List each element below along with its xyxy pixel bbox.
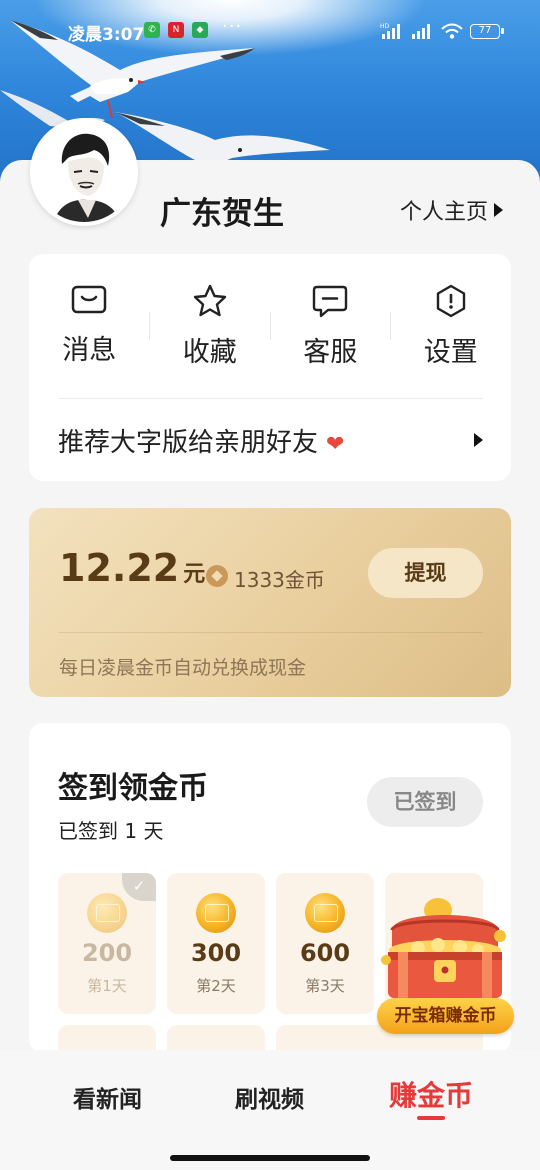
tab-videos[interactable]: 刷视频 bbox=[235, 1080, 304, 1114]
check-icon: ✓ bbox=[122, 873, 156, 901]
avatar[interactable] bbox=[30, 118, 138, 226]
wifi-icon bbox=[441, 23, 463, 39]
day-reward: 600 bbox=[299, 939, 351, 967]
battery-icon: 77 bbox=[470, 24, 504, 39]
menu-item-favorites[interactable]: 收藏 bbox=[150, 284, 271, 374]
caret-right-icon bbox=[494, 203, 504, 217]
wallet-divider bbox=[59, 632, 483, 633]
home-indicator[interactable] bbox=[170, 1155, 370, 1161]
homepage-link[interactable]: 个人主页 bbox=[400, 194, 504, 226]
signin-day-3[interactable]: 600 第3天 bbox=[276, 873, 374, 1014]
status-time: 凌晨3:07 bbox=[68, 25, 145, 45]
gold-coin-icon bbox=[196, 893, 236, 933]
menu-item-messages[interactable]: 消息 bbox=[29, 284, 150, 374]
menu-label: 客服 bbox=[303, 337, 358, 368]
caret-right-icon bbox=[474, 433, 483, 447]
signal-icon: HD bbox=[380, 23, 400, 39]
message-icon bbox=[72, 285, 107, 314]
signed-button[interactable]: 已签到 bbox=[367, 777, 483, 827]
active-tab-indicator bbox=[417, 1116, 445, 1120]
cash-unit: 元 bbox=[183, 562, 206, 587]
day-label: 第1天 bbox=[87, 977, 127, 995]
customer-service-icon bbox=[313, 285, 348, 318]
recommend-label: 推荐大字版给亲朋好友 bbox=[58, 428, 319, 458]
homepage-label: 个人主页 bbox=[400, 200, 489, 225]
day-reward: 200 bbox=[81, 939, 133, 967]
coin-balance: 1333金币 bbox=[234, 568, 325, 592]
signin-subtitle: 已签到 1 天 bbox=[58, 819, 164, 843]
treasure-button[interactable]: 开宝箱赚金币 bbox=[377, 998, 514, 1034]
recommend-row[interactable]: 推荐大字版给亲朋好友 ❤ bbox=[58, 422, 344, 459]
menu-label: 消息 bbox=[62, 335, 117, 366]
menu-item-customer-service[interactable]: 客服 bbox=[270, 284, 391, 374]
bottom-nav: 看新闻 刷视频 赚金币 bbox=[0, 1050, 540, 1170]
gold-coin-icon bbox=[87, 893, 127, 933]
heart-icon: ❤ bbox=[326, 432, 345, 457]
day-reward: 300 bbox=[190, 939, 242, 967]
shortcut-menu: 消息 收藏 客服 设置 bbox=[29, 284, 511, 374]
wallet-card: 12.22 元 1333金币 提现 每日凌晨金币自动兑换成现金 bbox=[29, 508, 511, 697]
menu-separator bbox=[390, 312, 391, 340]
more-notifications-icon: ··· bbox=[222, 16, 243, 37]
news-icon: N bbox=[168, 22, 184, 38]
signal-icon-2 bbox=[412, 24, 430, 39]
day-label: 第3天 bbox=[305, 977, 345, 995]
username: 广东贺生 bbox=[160, 196, 284, 232]
coin-icon bbox=[206, 565, 228, 587]
gold-coin-icon bbox=[305, 893, 345, 933]
signin-day-2[interactable]: 300 第2天 bbox=[167, 873, 265, 1014]
day-label: 第2天 bbox=[196, 977, 236, 995]
status-bar: 凌晨3:07 ✆ N ◆ ··· HD 77 bbox=[0, 16, 540, 46]
phone-icon: ✆ bbox=[144, 22, 160, 38]
cash-balance: 12.22 元 bbox=[59, 546, 205, 590]
settings-icon bbox=[436, 284, 465, 318]
menu-separator bbox=[149, 312, 150, 340]
hd-label: HD bbox=[380, 23, 390, 30]
menu-item-settings[interactable]: 设置 bbox=[391, 284, 512, 374]
card-divider bbox=[58, 398, 483, 399]
cash-amount: 12.22 bbox=[59, 546, 180, 590]
signin-day-1[interactable]: 200 第1天 ✓ bbox=[58, 873, 156, 1014]
signin-title: 签到领金币 bbox=[58, 771, 208, 806]
shield-icon: ◆ bbox=[192, 22, 208, 38]
menu-label: 设置 bbox=[423, 337, 478, 368]
star-icon bbox=[193, 284, 226, 317]
tab-news[interactable]: 看新闻 bbox=[73, 1080, 142, 1114]
shortcut-card: 消息 收藏 客服 设置 推荐大字版给亲朋好友 ❤ bbox=[29, 254, 511, 481]
avatar-image bbox=[34, 122, 134, 222]
tab-earn-coins[interactable]: 赚金币 bbox=[389, 1074, 473, 1114]
wallet-note: 每日凌晨金币自动兑换成现金 bbox=[59, 657, 307, 679]
menu-label: 收藏 bbox=[182, 337, 237, 368]
menu-separator bbox=[270, 312, 271, 340]
withdraw-button[interactable]: 提现 bbox=[368, 548, 483, 598]
